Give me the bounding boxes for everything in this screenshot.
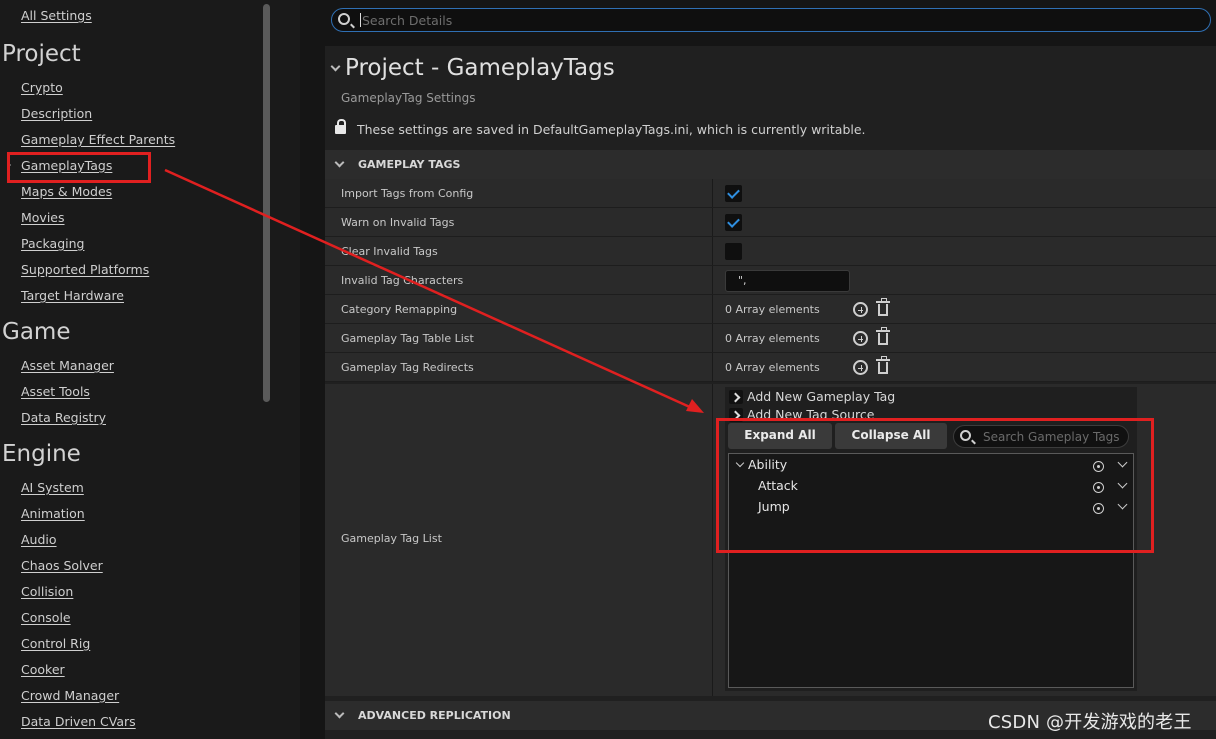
section-heading-game: Game xyxy=(2,319,71,345)
row-label: Warn on Invalid Tags xyxy=(341,216,455,229)
section-label: GAMEPLAY TAGS xyxy=(358,158,461,171)
sidebar-item-control-rig[interactable]: Control Rig xyxy=(21,636,90,651)
sidebar-item-cooker[interactable]: Cooker xyxy=(21,662,65,677)
trash-icon[interactable] xyxy=(876,327,890,345)
sidebar-item-console[interactable]: Console xyxy=(21,610,71,625)
import-tags-checkbox[interactable] xyxy=(725,185,742,202)
section-label: ADVANCED REPLICATION xyxy=(358,709,511,722)
settings-sidebar: All Settings Project Crypto Description … xyxy=(0,0,300,739)
add-element-icon[interactable] xyxy=(853,302,868,317)
array-count: 0 Array elements xyxy=(725,361,820,374)
column-divider[interactable] xyxy=(712,384,713,696)
add-new-tag-label[interactable]: Add New Gameplay Tag xyxy=(747,389,895,404)
sidebar-item-data-driven-cvars[interactable]: Data Driven CVars xyxy=(21,714,136,729)
search-icon xyxy=(338,13,350,25)
sidebar-item-crypto[interactable]: Crypto xyxy=(21,80,63,95)
sidebar-item-gameplay-effect-parents[interactable]: Gameplay Effect Parents xyxy=(21,132,175,147)
column-divider[interactable] xyxy=(712,208,713,236)
sidebar-item-chaos-solver[interactable]: Chaos Solver xyxy=(21,558,103,573)
watermark: CSDN @开发游戏的老王 xyxy=(988,712,1192,733)
row-category-remapping: Category Remapping 0 Array elements xyxy=(325,295,1216,324)
highlight-box-gameplaytags xyxy=(7,152,151,183)
sidebar-item-asset-tools[interactable]: Asset Tools xyxy=(21,384,90,399)
search-input[interactable]: Search Details xyxy=(362,13,452,28)
warn-invalid-checkbox[interactable] xyxy=(725,214,742,231)
trash-icon[interactable] xyxy=(876,298,890,316)
chevron-down-icon xyxy=(334,157,345,168)
section-gameplay-tags[interactable]: GAMEPLAY TAGS xyxy=(325,150,1216,179)
column-divider[interactable] xyxy=(712,266,713,294)
add-element-icon[interactable] xyxy=(853,360,868,375)
highlight-box-tag-list xyxy=(716,418,1154,553)
panel-splitter[interactable] xyxy=(300,0,325,739)
column-divider[interactable] xyxy=(712,324,713,352)
sidebar-item-crowd-manager[interactable]: Crowd Manager xyxy=(21,688,119,703)
sidebar-item-collision[interactable]: Collision xyxy=(21,584,73,599)
row-redirects: Gameplay Tag Redirects 0 Array elements xyxy=(325,353,1216,382)
section-heading-project: Project xyxy=(2,41,81,67)
array-count: 0 Array elements xyxy=(725,303,820,316)
row-invalid-chars: Invalid Tag Characters ", xyxy=(325,266,1216,295)
invalid-chars-field[interactable]: ", xyxy=(725,270,850,292)
chevron-right-icon[interactable] xyxy=(729,390,743,404)
page-subtitle: GameplayTag Settings xyxy=(341,91,476,105)
sidebar-item-animation[interactable]: Animation xyxy=(21,506,85,521)
text-cursor xyxy=(360,13,361,27)
chevron-down-icon xyxy=(334,708,345,719)
sidebar-item-packaging[interactable]: Packaging xyxy=(21,236,84,251)
column-divider[interactable] xyxy=(712,237,713,265)
row-warn-invalid: Warn on Invalid Tags xyxy=(325,208,1216,237)
sidebar-item-movies[interactable]: Movies xyxy=(21,210,65,225)
add-element-icon[interactable] xyxy=(853,331,868,346)
sidebar-item-description[interactable]: Description xyxy=(21,106,92,121)
column-divider[interactable] xyxy=(712,295,713,323)
page-title: Project - GameplayTags xyxy=(345,55,615,81)
row-table-list: Gameplay Tag Table List 0 Array elements xyxy=(325,324,1216,353)
sidebar-item-supported-platforms[interactable]: Supported Platforms xyxy=(21,262,149,277)
row-label: Invalid Tag Characters xyxy=(341,274,464,287)
clear-invalid-checkbox[interactable] xyxy=(725,243,742,260)
chevron-down-icon[interactable] xyxy=(330,61,341,72)
details-search[interactable]: Search Details xyxy=(331,8,1211,32)
all-settings-link[interactable]: All Settings xyxy=(21,8,92,23)
sidebar-item-maps-modes[interactable]: Maps & Modes xyxy=(21,184,112,199)
row-label: Category Remapping xyxy=(341,303,458,316)
row-label: Clear Invalid Tags xyxy=(341,245,438,258)
details-panel: Project - GameplayTags GameplayTag Setti… xyxy=(325,46,1216,739)
column-divider[interactable] xyxy=(712,179,713,207)
row-label: Import Tags from Config xyxy=(341,187,474,200)
sidebar-item-data-registry[interactable]: Data Registry xyxy=(21,410,106,425)
column-divider[interactable] xyxy=(712,353,713,381)
section-heading-engine: Engine xyxy=(2,441,81,467)
row-label: Gameplay Tag Redirects xyxy=(341,361,474,374)
sidebar-item-audio[interactable]: Audio xyxy=(21,532,57,547)
trash-icon[interactable] xyxy=(876,356,890,374)
array-count: 0 Array elements xyxy=(725,332,820,345)
sidebar-item-target-hardware[interactable]: Target Hardware xyxy=(21,288,124,303)
sidebar-scrollbar[interactable] xyxy=(263,4,270,402)
sidebar-item-asset-manager[interactable]: Asset Manager xyxy=(21,358,114,373)
lock-icon xyxy=(335,119,346,134)
sidebar-item-ai-system[interactable]: AI System xyxy=(21,480,84,495)
row-import-tags: Import Tags from Config xyxy=(325,179,1216,208)
row-label: Gameplay Tag Table List xyxy=(341,332,474,345)
row-clear-invalid: Clear Invalid Tags xyxy=(325,237,1216,266)
save-note: These settings are saved in DefaultGamep… xyxy=(357,122,866,137)
row-label: Gameplay Tag List xyxy=(341,532,442,545)
